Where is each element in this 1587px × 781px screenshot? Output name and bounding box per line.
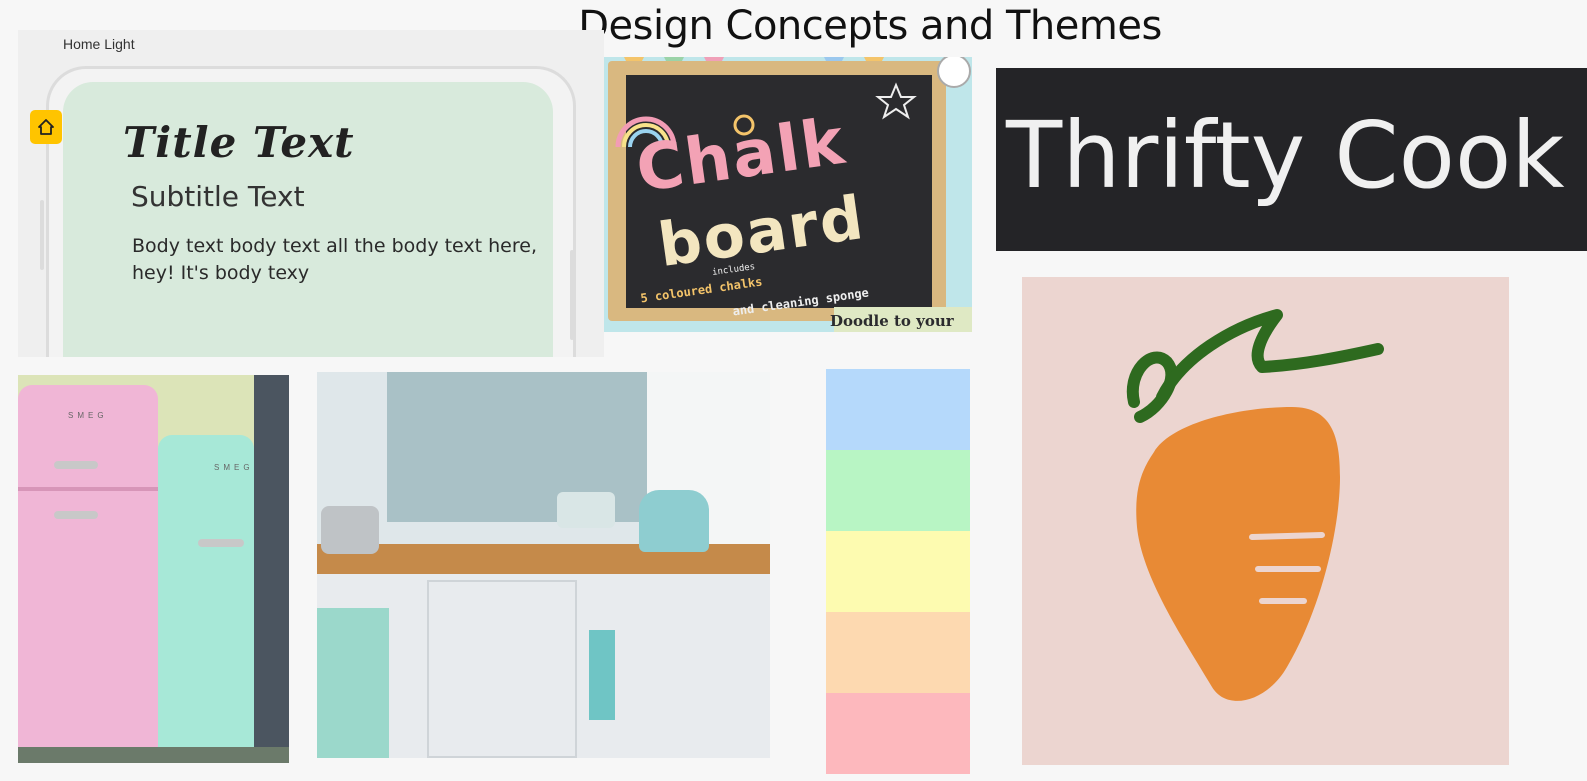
phone-mockup-panel: Home Light Title Text Subtitle Text Body… bbox=[18, 30, 604, 357]
palette-swatch-green bbox=[826, 450, 970, 531]
fridge-brand-label: SMEG bbox=[214, 463, 254, 472]
palette-swatch-yellow bbox=[826, 531, 970, 612]
mint-stool bbox=[317, 608, 389, 758]
sample-body-text: Body text body text all the body text he… bbox=[132, 235, 537, 284]
palette-swatch-pink bbox=[826, 693, 970, 774]
carrot-icon bbox=[1126, 309, 1384, 701]
home-badge[interactable] bbox=[30, 110, 62, 144]
fridge-handle bbox=[198, 539, 244, 547]
page-title: Design Concepts and Themes bbox=[578, 3, 1162, 49]
mint-fridge bbox=[158, 435, 254, 753]
fridge-handle bbox=[54, 461, 98, 469]
stand-mixer bbox=[639, 490, 709, 552]
sample-subtitle-text: Subtitle Text bbox=[131, 180, 305, 213]
color-palette bbox=[826, 369, 970, 774]
fridge-brand-label: SMEG bbox=[68, 411, 108, 420]
toaster bbox=[321, 506, 379, 554]
phone-side-button bbox=[40, 200, 44, 270]
toaster-oven bbox=[557, 492, 615, 528]
chalkboard-image: Chalk board includes 5 coloured chalks a… bbox=[604, 57, 972, 332]
sample-title-text: Title Text bbox=[123, 118, 355, 167]
carrot-logo-card bbox=[1022, 277, 1509, 765]
fridge-divider bbox=[18, 487, 158, 491]
radiator bbox=[254, 375, 289, 763]
palette-swatch-peach bbox=[826, 612, 970, 693]
thrifty-cook-banner: Thrifty Cook bbox=[996, 68, 1587, 251]
pink-fridge bbox=[18, 385, 158, 763]
phone-mockup-label: Home Light bbox=[63, 36, 135, 52]
pastel-kitchen-photo bbox=[317, 372, 770, 758]
fridge-handle bbox=[54, 511, 98, 519]
cabinet-door bbox=[427, 580, 577, 758]
tea-towel bbox=[589, 630, 615, 720]
retro-fridges-photo: SMEG SMEG bbox=[18, 375, 289, 763]
chalk-corner-text: Doodle to your bbox=[830, 312, 954, 330]
phone-side-button bbox=[570, 250, 574, 340]
palette-swatch-blue bbox=[826, 369, 970, 450]
home-icon bbox=[38, 119, 54, 135]
floor bbox=[18, 747, 289, 763]
